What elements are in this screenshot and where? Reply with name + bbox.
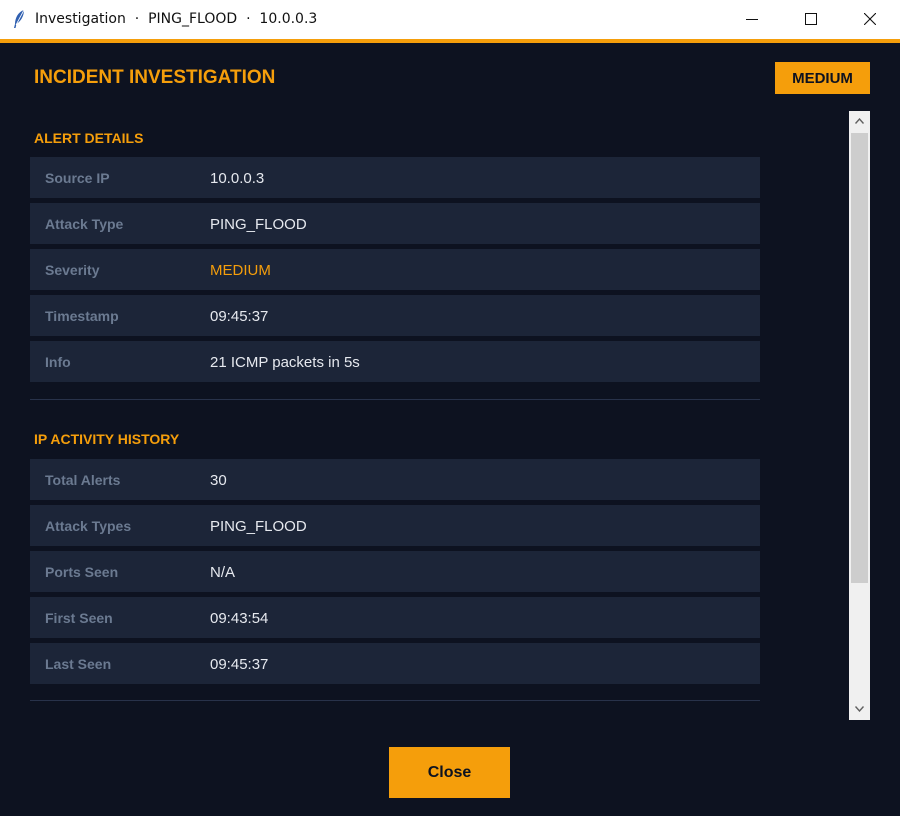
activity-row-last-seen: Last Seen 09:45:37 <box>30 643 760 684</box>
feather-icon <box>12 9 26 29</box>
detail-label: Info <box>45 354 71 370</box>
minimize-icon <box>746 19 758 20</box>
section-title-alert-details: ALERT DETAILS <box>34 130 144 146</box>
detail-label: Source IP <box>45 170 110 186</box>
detail-row-source-ip: Source IP 10.0.0.3 <box>30 157 760 198</box>
detail-label: Severity <box>45 262 100 278</box>
activity-row-ports-seen: Ports Seen N/A <box>30 551 760 592</box>
alert-details-list: Source IP 10.0.0.3 Attack Type PING_FLOO… <box>30 157 760 387</box>
section-title-ip-activity: IP ACTIVITY HISTORY <box>34 431 180 447</box>
maximize-icon <box>805 13 817 25</box>
window-close-button[interactable] <box>847 0 893 39</box>
close-icon <box>864 13 876 25</box>
detail-row-attack-type: Attack Type PING_FLOOD <box>30 203 760 244</box>
severity-value: MEDIUM <box>210 262 271 279</box>
activity-label: Total Alerts <box>45 472 121 488</box>
close-button[interactable]: Close <box>389 747 510 798</box>
section-divider <box>30 399 760 400</box>
ip-activity-list: Total Alerts 30 Attack Types PING_FLOOD … <box>30 459 760 689</box>
accent-line <box>0 39 900 43</box>
window-title: Investigation · PING_FLOOD · 10.0.0.3 <box>35 11 318 27</box>
detail-label: Timestamp <box>45 308 119 324</box>
detail-row-timestamp: Timestamp 09:45:37 <box>30 295 760 336</box>
scroll-up-button[interactable] <box>849 111 870 132</box>
chevron-up-icon <box>855 118 864 124</box>
detail-label: Attack Type <box>45 216 124 232</box>
activity-value: PING_FLOOD <box>210 518 307 535</box>
detail-value: 21 ICMP packets in 5s <box>210 354 360 371</box>
activity-label: Last Seen <box>45 656 112 672</box>
window-titlebar: Investigation · PING_FLOOD · 10.0.0.3 <box>0 0 900 39</box>
activity-label: Attack Types <box>45 518 132 534</box>
activity-value: 09:45:37 <box>210 656 269 673</box>
detail-value: 09:45:37 <box>210 308 269 325</box>
page-title: INCIDENT INVESTIGATION <box>34 67 276 88</box>
detail-value: PING_FLOOD <box>210 216 307 233</box>
activity-value: 30 <box>210 472 227 489</box>
activity-value: 09:43:54 <box>210 610 269 627</box>
severity-badge: MEDIUM <box>775 62 870 94</box>
detail-value: 10.0.0.3 <box>210 170 265 187</box>
detail-row-info: Info 21 ICMP packets in 5s <box>30 341 760 382</box>
scroll-down-button[interactable] <box>849 699 870 720</box>
activity-row-first-seen: First Seen 09:43:54 <box>30 597 760 638</box>
activity-label: Ports Seen <box>45 564 119 580</box>
vertical-scrollbar[interactable] <box>849 111 870 720</box>
detail-row-severity: Severity MEDIUM <box>30 249 760 290</box>
minimize-button[interactable] <box>729 0 775 39</box>
section-divider <box>30 700 760 701</box>
scrollbar-thumb[interactable] <box>851 133 868 583</box>
activity-label: First Seen <box>45 610 113 626</box>
activity-row-attack-types: Attack Types PING_FLOOD <box>30 505 760 546</box>
activity-value: N/A <box>210 564 236 581</box>
chevron-down-icon <box>855 706 864 712</box>
activity-row-total-alerts: Total Alerts 30 <box>30 459 760 500</box>
maximize-button[interactable] <box>788 0 834 39</box>
